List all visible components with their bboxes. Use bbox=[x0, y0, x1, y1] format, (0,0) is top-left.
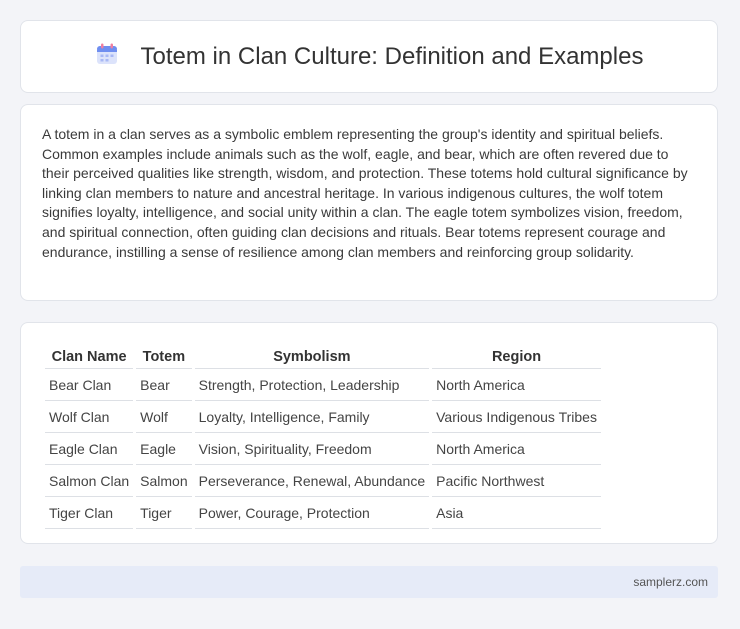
cell-totem: Tiger bbox=[136, 499, 192, 529]
cell-clan-name: Tiger Clan bbox=[45, 499, 134, 529]
cell-totem: Bear bbox=[136, 371, 192, 401]
cell-symbolism: Strength, Protection, Leadership bbox=[194, 371, 430, 401]
cell-region: Asia bbox=[432, 499, 601, 529]
column-header-clan-name: Clan Name bbox=[45, 345, 134, 369]
cell-totem: Salmon bbox=[136, 467, 192, 497]
header-card: Totem in Clan Culture: Definition and Ex… bbox=[20, 20, 718, 93]
intro-paragraph: A totem in a clan serves as a symbolic e… bbox=[42, 126, 688, 260]
table-row: Bear Clan Bear Strength, Protection, Lea… bbox=[45, 371, 601, 401]
calendar-icon bbox=[95, 42, 119, 71]
cell-symbolism: Vision, Spirituality, Freedom bbox=[194, 435, 430, 465]
table-row: Tiger Clan Tiger Power, Courage, Protect… bbox=[45, 499, 601, 529]
column-header-totem: Totem bbox=[136, 345, 192, 369]
page-title: Totem in Clan Culture: Definition and Ex… bbox=[140, 42, 644, 70]
footer: samplerz.com bbox=[20, 566, 718, 598]
cell-clan-name: Eagle Clan bbox=[45, 435, 134, 465]
table-header-row: Clan Name Totem Symbolism Region bbox=[45, 345, 601, 369]
table-row: Eagle Clan Eagle Vision, Spirituality, F… bbox=[45, 435, 601, 465]
table-row: Salmon Clan Salmon Perseverance, Renewal… bbox=[45, 467, 601, 497]
cell-totem: Wolf bbox=[136, 403, 192, 433]
cell-totem: Eagle bbox=[136, 435, 192, 465]
table-card: Clan Name Totem Symbolism Region Bear Cl… bbox=[20, 322, 718, 544]
table-row: Wolf Clan Wolf Loyalty, Intelligence, Fa… bbox=[45, 403, 601, 433]
cell-symbolism: Loyalty, Intelligence, Family bbox=[194, 403, 430, 433]
cell-clan-name: Wolf Clan bbox=[45, 403, 134, 433]
cell-region: North America bbox=[432, 435, 601, 465]
cell-region: Various Indigenous Tribes bbox=[432, 403, 601, 433]
intro-card: A totem in a clan serves as a symbolic e… bbox=[20, 104, 718, 301]
totem-table: Clan Name Totem Symbolism Region Bear Cl… bbox=[42, 343, 604, 531]
footer-site-link[interactable]: samplerz.com bbox=[633, 575, 708, 589]
title-wrap: Totem in Clan Culture: Definition and Ex… bbox=[95, 42, 644, 71]
cell-symbolism: Power, Courage, Protection bbox=[194, 499, 430, 529]
cell-clan-name: Bear Clan bbox=[45, 371, 134, 401]
column-header-region: Region bbox=[432, 345, 601, 369]
cell-region: North America bbox=[432, 371, 601, 401]
cell-symbolism: Perseverance, Renewal, Abundance bbox=[194, 467, 430, 497]
column-header-symbolism: Symbolism bbox=[194, 345, 430, 369]
cell-region: Pacific Northwest bbox=[432, 467, 601, 497]
cell-clan-name: Salmon Clan bbox=[45, 467, 134, 497]
